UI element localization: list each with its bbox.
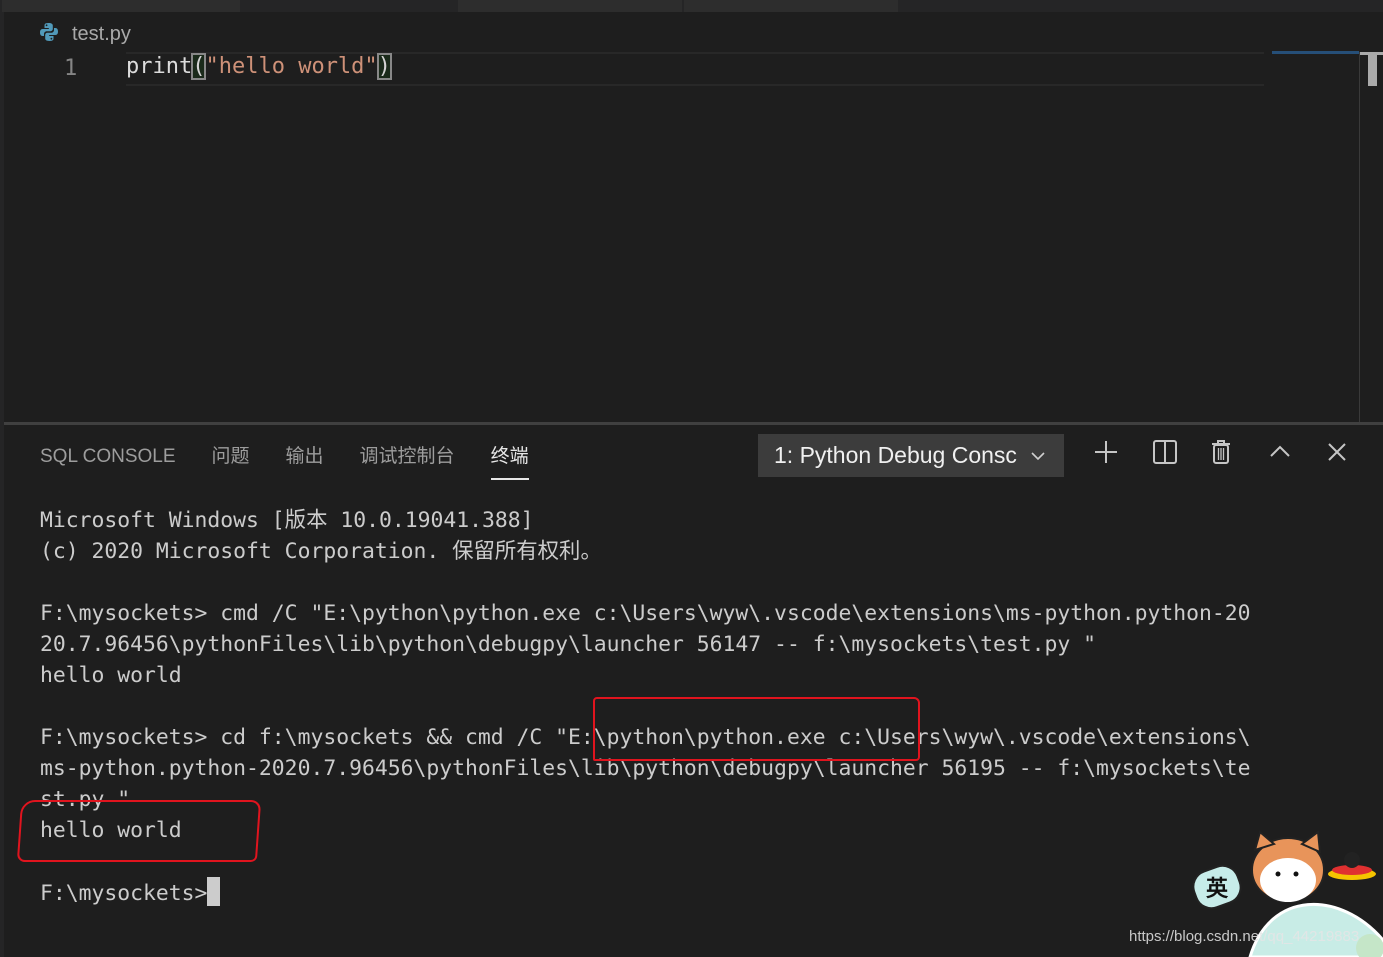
token-function: print (126, 54, 193, 79)
token-bracket-open: ( (191, 53, 207, 80)
minimap-divider (1359, 52, 1360, 422)
close-icon (1327, 442, 1347, 466)
annotation-highlight-python-exe (593, 697, 920, 761)
terminal-line: 20.7.96456\pythonFiles\lib\python\debugp… (40, 632, 1097, 657)
svg-text:英: 英 (1206, 877, 1229, 902)
python-file-icon (38, 21, 60, 47)
split-icon (1152, 439, 1178, 469)
watermark-url: https://blog.csdn.net/qq_44219883 (1129, 928, 1360, 945)
editor-tab[interactable] (2, 0, 240, 12)
tab-terminal[interactable]: 终端 (490, 443, 529, 483)
editor-tab-strip (0, 0, 1383, 12)
editor-tab[interactable] (458, 0, 682, 12)
kill-terminal-button[interactable] (1206, 439, 1236, 469)
code-line[interactable]: print("hello world") (126, 53, 392, 80)
token-bracket-close: ) (376, 53, 392, 80)
code-editor[interactable]: 1 print("hello world") (4, 50, 1359, 422)
editor-tab[interactable] (684, 0, 898, 12)
bottom-panel: SQL CONSOLE 问题 输出 调试控制台 终端 1: Python Deb… (4, 425, 1383, 957)
terminal-prompt: F:\mysockets> (40, 881, 208, 906)
tab-output[interactable]: 输出 (286, 443, 324, 483)
annotation-highlight-hello-world (16, 800, 262, 862)
terminal-line: (c) 2020 Microsoft Corporation. 保留所有权利。 (40, 539, 602, 564)
terminal-line: ​ (40, 567, 1251, 598)
new-terminal-button[interactable] (1091, 439, 1121, 469)
tab-problems[interactable]: 问题 (212, 443, 250, 483)
terminal-line: hello world (40, 663, 182, 688)
line-number: 1 (64, 56, 78, 81)
token-string: "hello world" (205, 54, 378, 79)
terminal-select-value: 1: Python Debug Consc (774, 442, 1017, 468)
breadcrumb-filename[interactable]: test.py (72, 23, 131, 46)
panel-tabs: SQL CONSOLE 问题 输出 调试控制台 终端 (40, 443, 565, 483)
plus-icon (1093, 439, 1119, 469)
trash-icon (1209, 438, 1233, 470)
maximize-panel-button[interactable] (1265, 439, 1295, 469)
terminal-line: Microsoft Windows [版本 10.0.19041.388] (40, 508, 534, 533)
tab-debug-console[interactable]: 调试控制台 (360, 443, 455, 483)
minimap[interactable] (1272, 51, 1359, 54)
terminal-line: F:\mysockets> cmd /C "E:\python\python.e… (40, 601, 1251, 626)
tab-sql-console[interactable]: SQL CONSOLE (40, 443, 176, 483)
terminal-select[interactable]: 1: Python Debug Consc (758, 434, 1064, 477)
editor-scrollbar-thumb[interactable] (1368, 52, 1377, 86)
terminal-prompt-line[interactable]: F:\mysockets> (40, 877, 1251, 909)
breadcrumb[interactable]: test.py (38, 20, 131, 48)
close-panel-button[interactable] (1322, 439, 1352, 469)
chevron-up-icon (1268, 444, 1292, 464)
split-terminal-button[interactable] (1150, 439, 1180, 469)
chevron-down-icon (1030, 446, 1046, 465)
terminal-cursor (207, 877, 221, 906)
